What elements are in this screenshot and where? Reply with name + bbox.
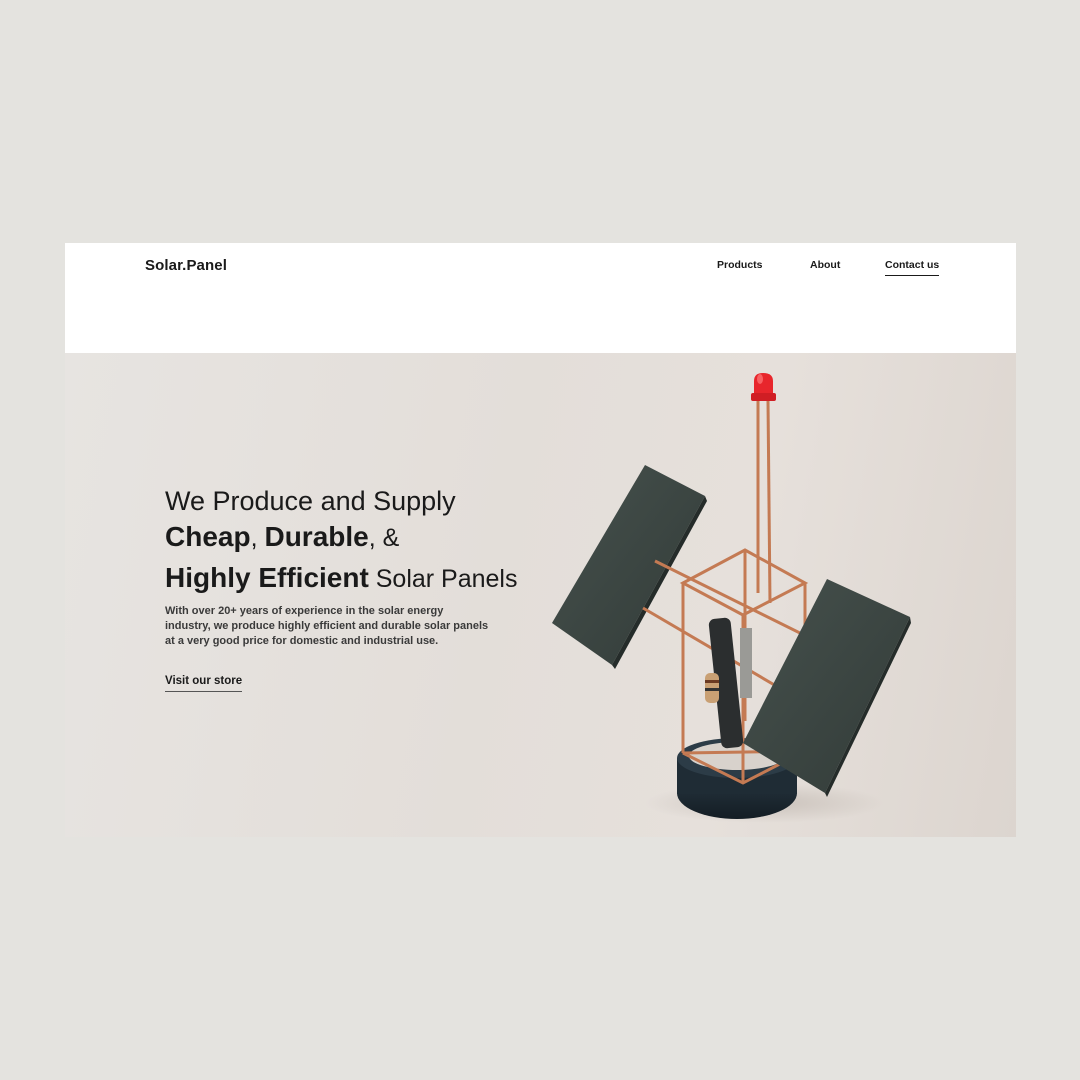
headline-comma-2: , & xyxy=(368,524,400,552)
brand-logo[interactable]: Solar.Panel xyxy=(145,257,227,274)
description-line: industry, we produce highly efficient an… xyxy=(165,620,489,632)
headline-line-1: We Produce and Supply xyxy=(165,486,456,516)
description-line: at a very good price for domestic and in… xyxy=(165,635,439,647)
description-line: With over 20+ years of experience in the… xyxy=(165,605,444,617)
hero-section: We Produce and Supply Cheap, Durable, & … xyxy=(65,353,1016,837)
headline-cheap: Cheap xyxy=(165,521,251,552)
headline-efficient: Highly Efficient xyxy=(165,562,369,593)
headline-line-2: Cheap, Durable, & xyxy=(165,519,585,560)
site-header: Solar.Panel Products About Contact us xyxy=(65,243,1016,353)
headline-line-3: Highly Efficient Solar Panels xyxy=(165,560,585,601)
hero-headline: We Produce and Supply Cheap, Durable, & … xyxy=(165,483,585,601)
visit-store-link[interactable]: Visit our store xyxy=(165,675,243,692)
hero-description: With over 20+ years of experience in the… xyxy=(165,604,505,649)
nav-products[interactable]: Products xyxy=(717,259,763,271)
headline-comma-1: , xyxy=(250,524,265,552)
headline-solar-panels: Solar Panels xyxy=(368,565,518,593)
nav-about[interactable]: About xyxy=(810,259,840,271)
website-frame: Solar.Panel Products About Contact us We… xyxy=(65,243,1016,837)
headline-durable: Durable xyxy=(264,521,369,552)
nav-contact-us[interactable]: Contact us xyxy=(885,259,940,276)
